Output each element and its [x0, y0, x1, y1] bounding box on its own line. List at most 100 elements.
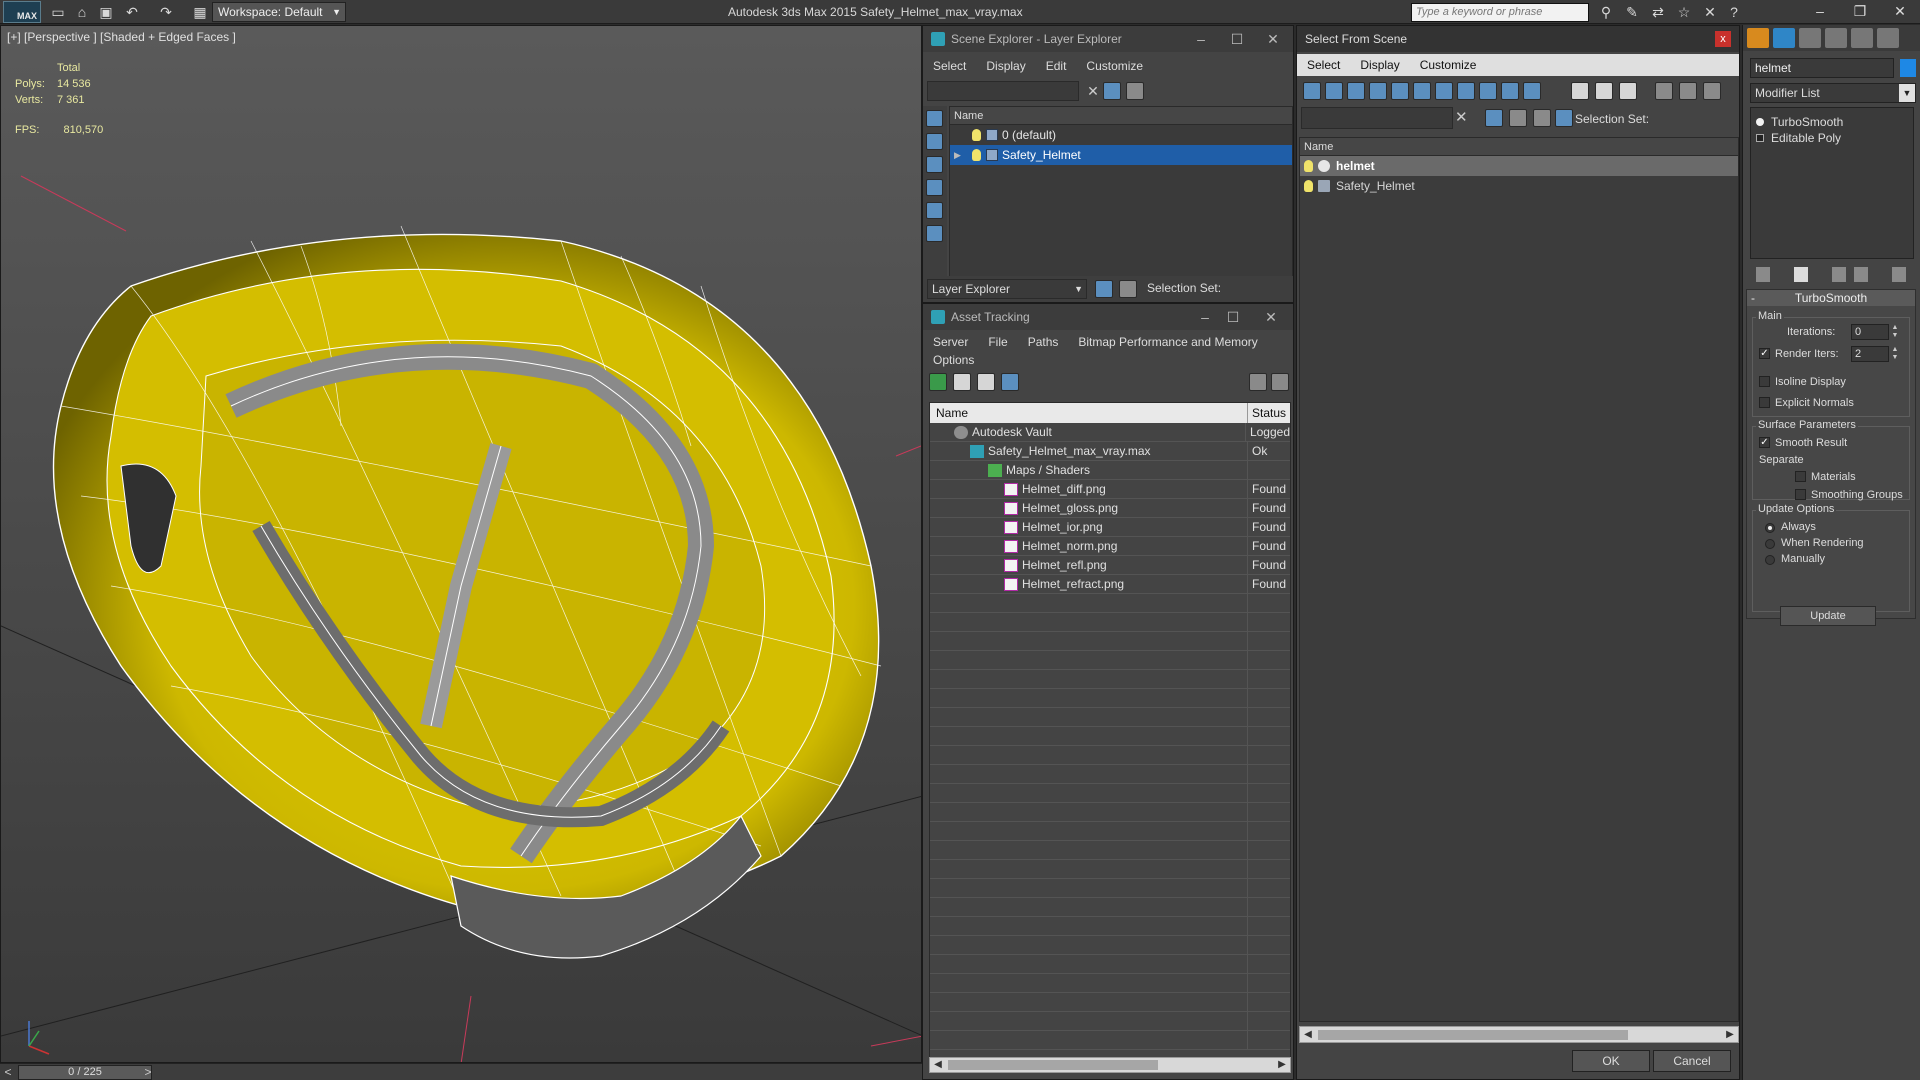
restore-icon[interactable]: ❐ — [1840, 0, 1880, 24]
close-icon[interactable]: ✕ — [1251, 304, 1291, 330]
redo-icon[interactable]: ↷ — [156, 2, 176, 22]
help-icon[interactable] — [1249, 373, 1267, 391]
groups-filter-icon[interactable] — [1435, 82, 1453, 100]
layer-tool-icon[interactable] — [1095, 280, 1113, 298]
lightbulb-icon[interactable] — [1304, 160, 1313, 172]
workspace-dropdown[interactable]: Workspace: Default ▼ — [212, 2, 346, 22]
helpers-filter-icon[interactable] — [1391, 82, 1409, 100]
close-button[interactable]: x — [1715, 31, 1731, 47]
exchange-icon[interactable]: ⇄ — [1648, 2, 1668, 22]
menu-display[interactable]: Display — [1350, 54, 1409, 76]
modifier-list-dropdown[interactable]: Modifier List ▼ — [1750, 83, 1916, 103]
object-list-hscrollbar[interactable]: ◀ ▶ — [1299, 1026, 1739, 1043]
smooth-result-checkbox[interactable]: ✓ — [1759, 437, 1770, 448]
filter-icon[interactable] — [1103, 82, 1121, 100]
show-end-result-icon[interactable] — [1794, 267, 1808, 282]
new-file-icon[interactable]: ▭ — [48, 2, 68, 22]
layer-row-safety-helmet[interactable]: ▶ Safety_Helmet — [950, 145, 1292, 165]
detail-view-icon[interactable] — [977, 373, 995, 391]
scroll-thumb[interactable] — [1318, 1030, 1628, 1040]
display-tab-icon[interactable] — [1851, 28, 1873, 48]
display-cameras-icon[interactable] — [926, 179, 943, 196]
remove-modifier-icon[interactable] — [1854, 267, 1868, 282]
utilities-tab-icon[interactable] — [1877, 28, 1899, 48]
when-rendering-radio[interactable] — [1765, 539, 1775, 549]
modify-tab-icon[interactable] — [1773, 28, 1795, 48]
refresh-icon[interactable] — [929, 373, 947, 391]
menu-paths[interactable]: Paths — [1018, 332, 1069, 352]
clear-search-icon[interactable]: ✕ — [1455, 108, 1468, 126]
filter-icon[interactable] — [1485, 109, 1503, 127]
minimize-icon[interactable]: – — [1181, 26, 1221, 52]
minimize-icon[interactable]: – — [1800, 0, 1840, 24]
display-lights-icon[interactable] — [926, 156, 943, 173]
settings-icon[interactable] — [1271, 373, 1289, 391]
frozen-filter-icon[interactable] — [1523, 82, 1541, 100]
render-iters-checkbox[interactable]: ✓ — [1759, 348, 1770, 359]
scroll-thumb[interactable] — [948, 1060, 1158, 1070]
hierarchy-tool-icon[interactable] — [1119, 280, 1137, 298]
x-icon[interactable]: ✕ — [1700, 2, 1720, 22]
table-view-icon[interactable] — [1001, 373, 1019, 391]
cancel-button[interactable]: Cancel — [1653, 1050, 1731, 1072]
display-spacewarps-icon[interactable] — [926, 225, 943, 242]
clear-search-icon[interactable]: ✕ — [1083, 81, 1103, 101]
lightbulb-icon[interactable] — [1756, 118, 1764, 126]
containers-filter-icon[interactable] — [1501, 82, 1519, 100]
stack-item-turbosmooth[interactable]: TurboSmooth — [1751, 114, 1913, 130]
scroll-left-icon[interactable]: ◀ — [1301, 1027, 1315, 1042]
viewport-label[interactable]: [+] [Perspective ] [Shaded + Edged Faces… — [7, 30, 236, 44]
scene-explorer-search-input[interactable] — [927, 81, 1079, 101]
menu-customize[interactable]: Customize — [1076, 56, 1153, 76]
time-slider[interactable]: 0 / 225 — [18, 1065, 152, 1080]
tools-icon[interactable]: ✎ — [1622, 2, 1642, 22]
layer-row-default[interactable]: 0 (default) — [950, 125, 1292, 145]
maximize-icon[interactable]: ☐ — [1217, 26, 1257, 52]
cameras-filter-icon[interactable] — [1369, 82, 1387, 100]
select-all-icon[interactable] — [1571, 82, 1589, 100]
find-icon[interactable] — [1126, 82, 1144, 100]
maximize-icon[interactable]: ☐ — [1213, 304, 1253, 330]
motion-tab-icon[interactable] — [1825, 28, 1847, 48]
help-icon[interactable]: ? — [1724, 2, 1744, 22]
object-row-helmet[interactable]: helmet — [1300, 156, 1738, 176]
asset-row[interactable]: Helmet_refract.png Found — [930, 575, 1290, 594]
lightbulb-icon[interactable] — [972, 129, 981, 141]
help-search-input[interactable]: Type a keyword or phrase — [1411, 3, 1589, 22]
column-header-status[interactable]: Status — [1248, 403, 1290, 423]
asset-table-hscrollbar[interactable]: ◀ ▶ — [929, 1057, 1291, 1073]
hierarchy-mode-icon[interactable] — [1555, 109, 1573, 127]
hierarchy-tab-icon[interactable] — [1799, 28, 1821, 48]
undo-icon[interactable]: ↶ — [122, 2, 142, 22]
close-icon[interactable]: ✕ — [1880, 0, 1920, 24]
hierarchy-view-icon[interactable] — [1679, 82, 1697, 100]
configure-sets-icon[interactable] — [1892, 267, 1906, 282]
object-name-field[interactable]: helmet — [1750, 58, 1894, 78]
timeline-prev-button[interactable]: < — [0, 1064, 16, 1080]
expand-box-icon[interactable] — [1756, 134, 1764, 142]
always-radio[interactable] — [1765, 523, 1775, 533]
shapes-filter-icon[interactable] — [1325, 82, 1343, 100]
asset-row[interactable]: Safety_Helmet_max_vray.max Ok — [930, 442, 1290, 461]
asset-row[interactable]: Helmet_gloss.png Found — [930, 499, 1290, 518]
geometry-filter-icon[interactable] — [1303, 82, 1321, 100]
asset-row[interactable]: Helmet_diff.png Found — [930, 480, 1290, 499]
display-helpers-icon[interactable] — [926, 202, 943, 219]
isoline-display-checkbox[interactable] — [1759, 376, 1770, 387]
menu-customize[interactable]: Customize — [1410, 54, 1487, 76]
asset-row[interactable]: Autodesk Vault Logged — [930, 423, 1290, 442]
save-file-icon[interactable]: ▣ — [96, 2, 116, 22]
select-none-icon[interactable] — [1595, 82, 1613, 100]
menu-select[interactable]: Select — [923, 56, 976, 76]
stack-item-editable-poly[interactable]: Editable Poly — [1751, 130, 1913, 146]
select-from-scene-search-input[interactable] — [1301, 107, 1453, 129]
star-icon[interactable]: ☆ — [1674, 2, 1694, 22]
spinner-arrows-icon[interactable]: ▲ ▼ — [1891, 346, 1899, 362]
asset-row[interactable]: Helmet_refl.png Found — [930, 556, 1290, 575]
render-iters-spinner[interactable]: 2 — [1851, 346, 1889, 362]
menu-bitmap-performance[interactable]: Bitmap Performance and Memory — [1068, 332, 1267, 352]
list-view-icon[interactable] — [953, 373, 971, 391]
display-geometry-icon[interactable] — [926, 110, 943, 127]
object-row-safety-helmet[interactable]: Safety_Helmet — [1300, 176, 1738, 196]
find-icon[interactable] — [1509, 109, 1527, 127]
